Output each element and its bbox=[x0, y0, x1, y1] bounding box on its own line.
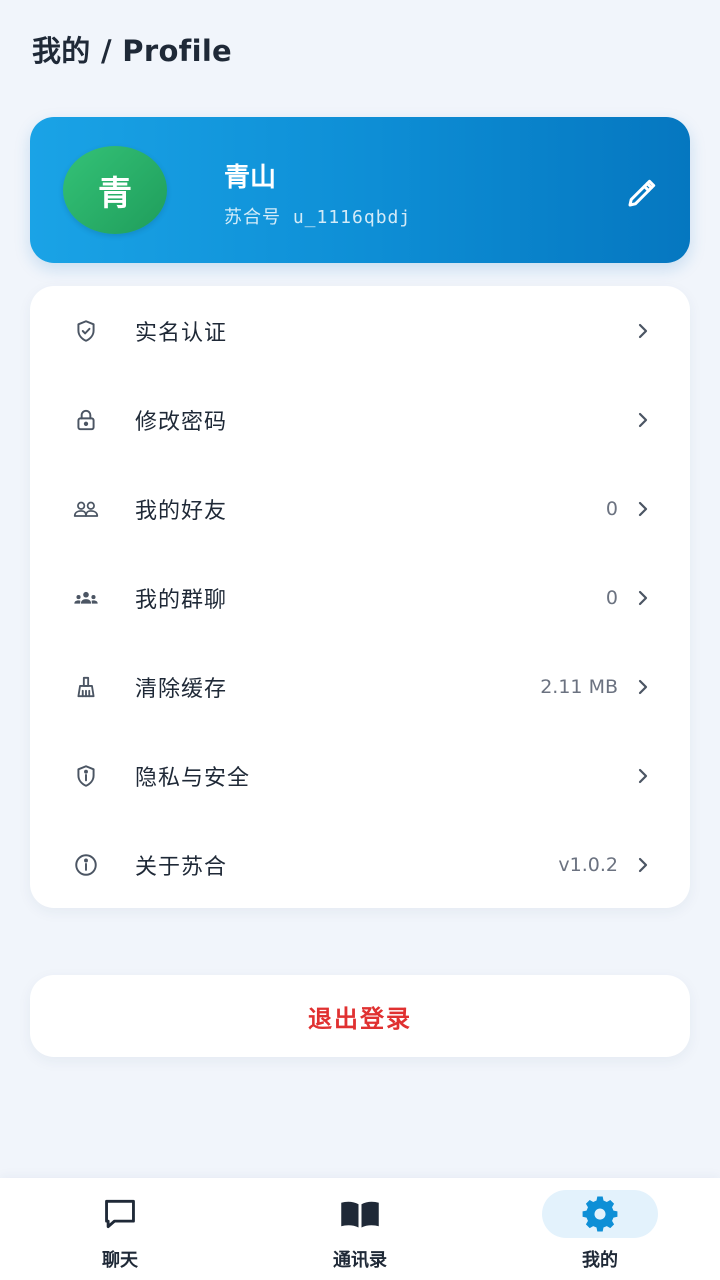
pencil-icon bbox=[628, 179, 656, 207]
nav-label: 通讯录 bbox=[333, 1250, 387, 1271]
profile-id: 苏合号 u_1116qbdj bbox=[224, 207, 412, 228]
group-icon bbox=[72, 584, 100, 612]
nav-label: 聊天 bbox=[102, 1250, 138, 1271]
nav-tab-chat[interactable]: 聊天 bbox=[0, 1178, 240, 1280]
menu-item-change-password[interactable]: 修改密码 bbox=[30, 375, 690, 464]
settings-menu: 实名认证 修改密码 我的好友 0 我的群聊 0 清除缓存 2.11 MB 隐私与… bbox=[30, 286, 690, 908]
profile-name: 青山 bbox=[224, 163, 277, 193]
menu-item-privacy-security[interactable]: 隐私与安全 bbox=[30, 731, 690, 820]
page-title: 我的 / Profile bbox=[32, 34, 233, 68]
menu-item-label: 清除缓存 bbox=[135, 676, 228, 702]
chevron-right-icon bbox=[634, 589, 652, 607]
menu-item-value: 0 bbox=[605, 586, 618, 609]
gear-icon bbox=[582, 1196, 618, 1232]
nav-icon-container bbox=[62, 1190, 178, 1238]
logout-button[interactable]: 退出登录 bbox=[30, 975, 690, 1057]
menu-item-label: 关于苏合 bbox=[135, 854, 228, 880]
menu-item-clear-cache[interactable]: 清除缓存 2.11 MB bbox=[30, 642, 690, 731]
menu-item-value: 0 bbox=[605, 497, 618, 520]
book-icon bbox=[341, 1201, 379, 1228]
menu-item-label: 我的群聊 bbox=[135, 587, 228, 613]
chevron-right-icon bbox=[634, 856, 652, 874]
shield-check-icon bbox=[72, 317, 100, 345]
chevron-right-icon bbox=[634, 411, 652, 429]
menu-item-about[interactable]: 关于苏合 v1.0.2 bbox=[30, 820, 690, 909]
avatar-text: 青 bbox=[98, 173, 132, 214]
menu-item-value: 2.11 MB bbox=[540, 675, 618, 698]
menu-item-label: 实名认证 bbox=[135, 320, 228, 346]
menu-item-my-friends[interactable]: 我的好友 0 bbox=[30, 464, 690, 553]
friends-icon bbox=[72, 495, 100, 523]
bottom-nav: 聊天 通讯录 我的 bbox=[0, 1178, 720, 1280]
broom-icon bbox=[72, 673, 100, 701]
info-icon bbox=[72, 851, 100, 879]
logout-label: 退出登录 bbox=[308, 1004, 412, 1033]
nav-label: 我的 bbox=[582, 1250, 618, 1271]
edit-profile-button[interactable] bbox=[618, 169, 666, 217]
avatar[interactable]: 青 bbox=[63, 146, 167, 234]
lock-icon bbox=[72, 406, 100, 434]
nav-tab-contacts[interactable]: 通讯录 bbox=[240, 1178, 480, 1280]
chevron-right-icon bbox=[634, 322, 652, 340]
nav-icon-container-active bbox=[542, 1190, 658, 1238]
profile-card[interactable]: 青 青山 苏合号 u_1116qbdj bbox=[30, 117, 690, 263]
menu-item-label: 我的好友 bbox=[135, 498, 228, 524]
menu-item-label: 修改密码 bbox=[135, 409, 228, 435]
menu-item-my-groups[interactable]: 我的群聊 0 bbox=[30, 553, 690, 642]
chat-icon bbox=[105, 1199, 135, 1229]
shield-info-icon bbox=[72, 762, 100, 790]
profile-page: 我的 / Profile 青 青山 苏合号 u_1116qbdj 实名认证 修改… bbox=[0, 0, 720, 1280]
nav-icon-container bbox=[302, 1190, 418, 1238]
menu-item-real-name-auth[interactable]: 实名认证 bbox=[30, 286, 690, 375]
chevron-right-icon bbox=[634, 500, 652, 518]
menu-item-label: 隐私与安全 bbox=[135, 765, 251, 791]
chevron-right-icon bbox=[634, 678, 652, 696]
nav-tab-me[interactable]: 我的 bbox=[480, 1178, 720, 1280]
chevron-right-icon bbox=[634, 767, 652, 785]
menu-item-value: v1.0.2 bbox=[558, 853, 618, 876]
